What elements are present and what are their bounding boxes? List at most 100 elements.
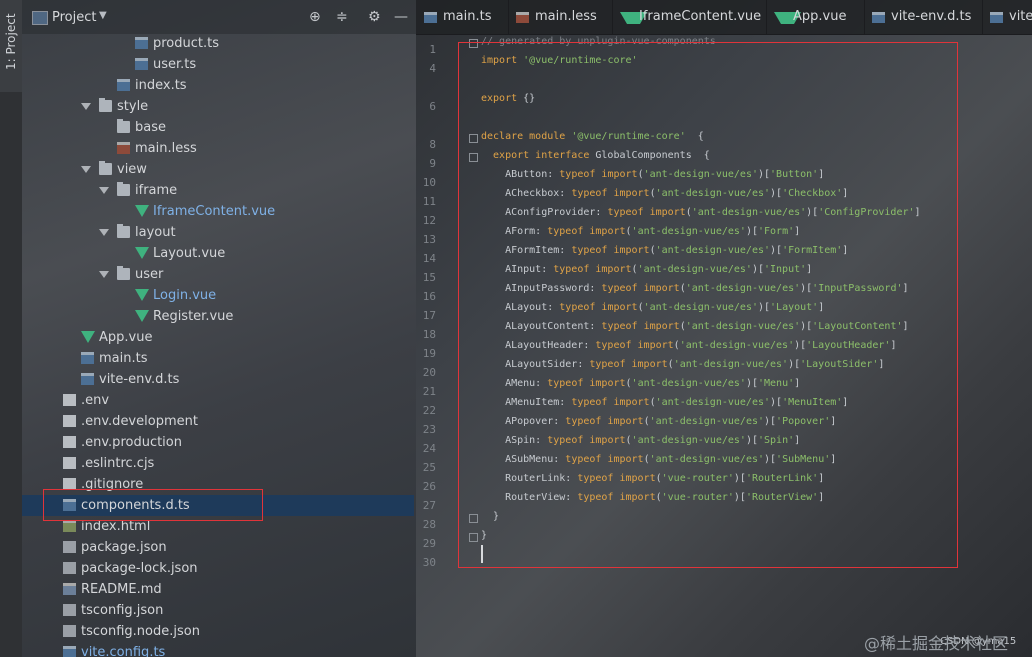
tree-item[interactable]: package.json [22,537,414,558]
line-number: 19 [422,347,436,360]
chevron-down-icon[interactable]: ▼ [99,10,107,21]
tree-item-label: index.ts [135,78,187,93]
tree-item[interactable]: tsconfig.json [22,600,414,621]
editor-tab[interactable]: IframeContent.vue [612,0,767,34]
line-number: 28 [422,518,436,531]
tree-item[interactable]: Layout.vue [22,243,414,264]
tree-item-label: README.md [81,582,162,597]
editor-tab[interactable]: main.less [508,0,613,34]
tree-item[interactable]: iframe [22,180,414,201]
tree-item-label: vite.config.ts [81,645,166,657]
tree-item[interactable]: .env.development [22,411,414,432]
tree-item[interactable]: package-lock.json [22,558,414,579]
ts-file-icon [424,12,437,23]
tree-item[interactable]: layout [22,222,414,243]
tree-item[interactable]: tsconfig.node.json [22,621,414,642]
tree-item-label: .eslintrc.cjs [81,456,155,471]
tree-item[interactable]: product.ts [22,33,414,54]
line-number: 16 [422,290,436,303]
json-file-icon [63,562,76,574]
editor-tab[interactable]: vite-env.d.ts [864,0,983,34]
collapse-icon[interactable]: ≑ [336,9,348,25]
tree-item[interactable]: Register.vue [22,306,414,327]
tree-item-label: iframe [135,183,178,198]
tree-item[interactable]: Login.vue [22,285,414,306]
tree-item-label: Login.vue [153,288,217,303]
line-number: 23 [422,423,436,436]
editor-tab-label: IframeContent.vue [639,9,762,24]
md-file-icon [63,583,76,595]
tree-item[interactable]: vite-env.d.ts [22,369,414,390]
line-number-gutter: 1 4 6 8 9 10 11 12 13 14 15 16 17 18 19 20 21 22 23 24 25 26 2… [416,34,460,657]
minimize-icon[interactable]: — [394,9,408,25]
ts-file-icon [135,37,148,49]
tree-item-label: package.json [81,540,167,555]
vue-file-icon [135,310,149,322]
line-number: 6 [429,100,436,113]
ts-file-icon [81,373,94,385]
project-tool-tab-label: 1: Project [4,13,18,70]
line-number: 14 [422,252,436,265]
line-number: 27 [422,499,436,512]
tree-item[interactable]: base [22,117,414,138]
line-number: 4 [429,62,436,75]
tree-item[interactable]: style [22,96,414,117]
tree-item[interactable]: App.vue [22,327,414,348]
folder-file-icon [117,182,130,196]
editor-tab[interactable]: App.vue [766,0,865,34]
ts-file-icon [81,352,94,364]
tree-item-label: package-lock.json [81,561,198,576]
expand-arrow-icon[interactable] [99,229,109,236]
folder-file-icon [99,161,112,175]
tree-item[interactable]: README.md [22,579,414,600]
expand-arrow-icon[interactable] [81,103,91,110]
expand-arrow-icon[interactable] [99,187,109,194]
line-number: 20 [422,366,436,379]
tree-item[interactable]: view [22,159,414,180]
tree-item-label: main.ts [99,351,148,366]
tree-item-label: Register.vue [153,309,234,324]
editor-tab[interactable]: main.ts [416,0,509,34]
editor-tab-bar: main.ts main.less IframeContent.vue App.vue… [416,0,1032,35]
vue-file-icon [135,247,149,259]
expand-arrow-icon[interactable] [99,271,109,278]
expand-arrow-icon[interactable] [81,166,91,173]
ts-file-icon [872,12,885,23]
line-number: 30 [422,556,436,569]
tree-item[interactable]: index.ts [22,75,414,96]
tree-item-label: vite-env.d.ts [99,372,180,387]
tree-item-label: user.ts [153,57,197,72]
gear-icon[interactable]: ⚙ [368,9,381,25]
target-icon[interactable]: ⊕ [309,9,321,25]
tree-item[interactable]: main.less [22,138,414,159]
tree-item-label: base [135,120,166,135]
project-panel-header: Project ▼ ⊕ ≑ ⚙ — [22,0,416,34]
tree-item-label: App.vue [99,330,153,345]
tree-item[interactable]: user [22,264,414,285]
tree-item-label: product.ts [153,36,220,51]
vue-file-icon [135,289,149,301]
tree-item[interactable]: IframeContent.vue [22,201,414,222]
project-icon [32,11,48,25]
folder-file-icon [117,266,130,280]
ts-file-icon [117,79,130,91]
tree-item[interactable]: .env [22,390,414,411]
tree-item[interactable]: vite.config.ts [22,642,414,657]
tree-item-label: .env.production [81,435,182,450]
tree-item-label: .env.development [81,414,198,429]
line-number: 24 [422,442,436,455]
json-file-icon [63,541,76,553]
project-tool-tab[interactable]: 1: Project [0,0,22,92]
vue-file-icon [135,205,149,217]
editor-tab-label: vite [1009,9,1032,24]
line-number: 15 [422,271,436,284]
tree-item[interactable]: user.ts [22,54,414,75]
tree-item[interactable]: .eslintrc.cjs [22,453,414,474]
project-panel-title[interactable]: Project [52,10,96,25]
folder-file-icon [117,224,130,238]
editor-tab-label: main.ts [443,9,492,24]
tree-item[interactable]: main.ts [22,348,414,369]
editor-tab[interactable]: vite [982,0,1032,34]
line-number: 1 [429,43,436,56]
tree-item[interactable]: .env.production [22,432,414,453]
